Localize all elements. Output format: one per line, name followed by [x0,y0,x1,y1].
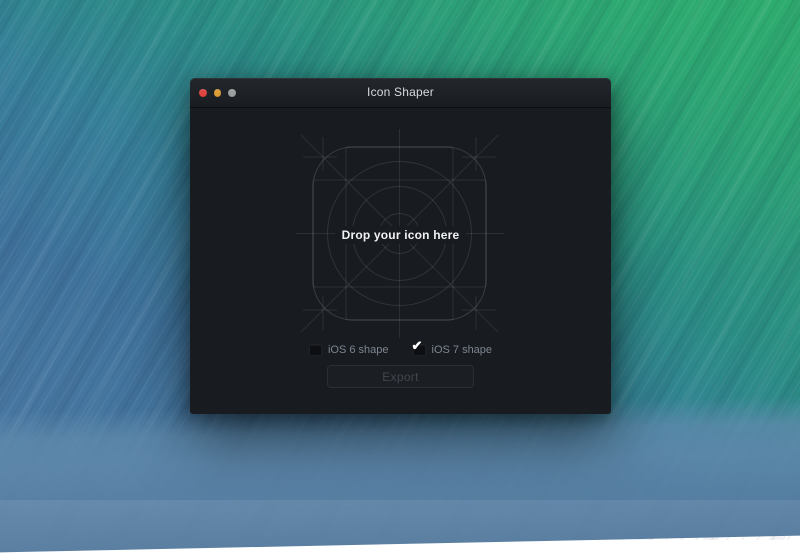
shape-options: iOS 6 shape ✔ iOS 7 shape [190,342,611,358]
checkbox-unchecked-icon[interactable] [309,344,322,356]
app-window: Icon Shaper [190,78,611,414]
ios7-shape-checkbox[interactable]: ✔ iOS 7 shape [413,344,493,356]
drop-hint: Drop your icon here [190,226,611,244]
export-button[interactable]: Export [327,365,474,388]
checkbox-checked-icon[interactable]: ✔ [413,344,426,356]
title-bar: Icon Shaper [190,78,611,108]
drop-hint-label: Drop your icon here [335,226,467,244]
wallpaper-water-band [0,395,800,553]
checkbox-label: iOS 7 shape [432,344,493,356]
window-content: Drop your icon here iOS 6 shape ✔ iOS 7 … [190,108,611,415]
ios6-shape-checkbox[interactable]: iOS 6 shape [309,344,389,356]
checkbox-label: iOS 6 shape [328,344,389,356]
checkmark-icon: ✔ [412,339,423,352]
window-title: Icon Shaper [190,78,611,107]
